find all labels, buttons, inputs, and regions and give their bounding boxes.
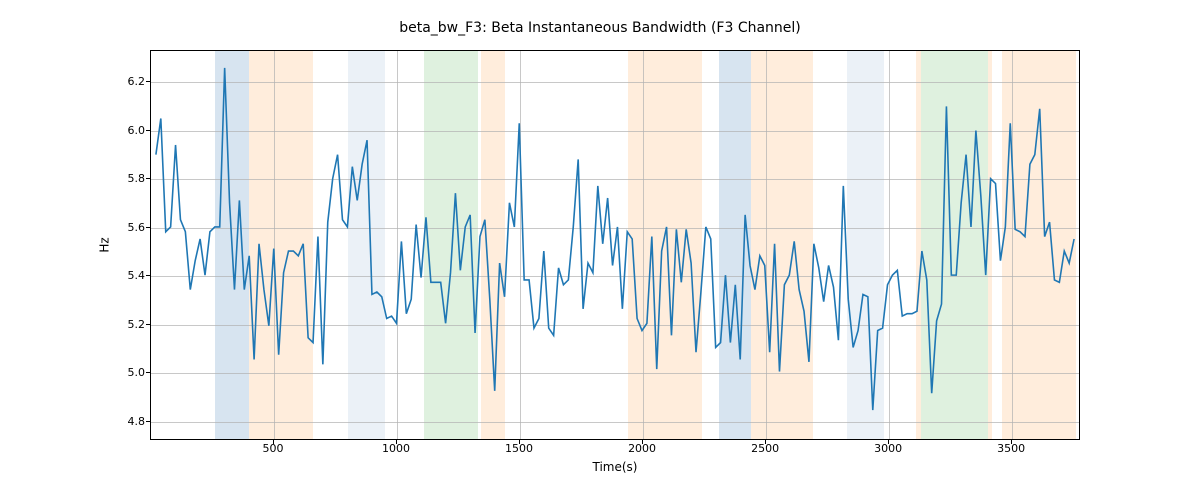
x-tick-mark [888, 440, 889, 444]
x-axis-label: Time(s) [150, 460, 1080, 474]
y-tick-mark [146, 227, 150, 228]
y-tick-label: 5.8 [110, 172, 145, 185]
chart-figure: beta_bw_F3: Beta Instantaneous Bandwidth… [0, 0, 1200, 500]
chart-axes [150, 50, 1080, 440]
line-series [151, 51, 1079, 439]
y-tick-mark [146, 324, 150, 325]
y-tick-mark [146, 275, 150, 276]
y-tick-mark [146, 372, 150, 373]
chart-title: beta_bw_F3: Beta Instantaneous Bandwidth… [0, 20, 1200, 36]
y-tick-label: 5.4 [110, 269, 145, 282]
x-tick-mark [765, 440, 766, 444]
x-tick-mark [642, 440, 643, 444]
y-tick-mark [146, 81, 150, 82]
y-tick-label: 5.6 [110, 221, 145, 234]
x-tick-mark [1011, 440, 1012, 444]
y-tick-label: 5.0 [110, 366, 145, 379]
y-tick-label: 4.8 [110, 415, 145, 428]
y-tick-label: 5.2 [110, 318, 145, 331]
y-tick-mark [146, 178, 150, 179]
x-tick-mark [396, 440, 397, 444]
y-tick-mark [146, 130, 150, 131]
x-tick-mark [519, 440, 520, 444]
x-tick-mark [273, 440, 274, 444]
y-tick-label: 6.2 [110, 75, 145, 88]
y-tick-mark [146, 421, 150, 422]
y-tick-label: 6.0 [110, 124, 145, 137]
y-axis-label: Hz [95, 50, 115, 440]
